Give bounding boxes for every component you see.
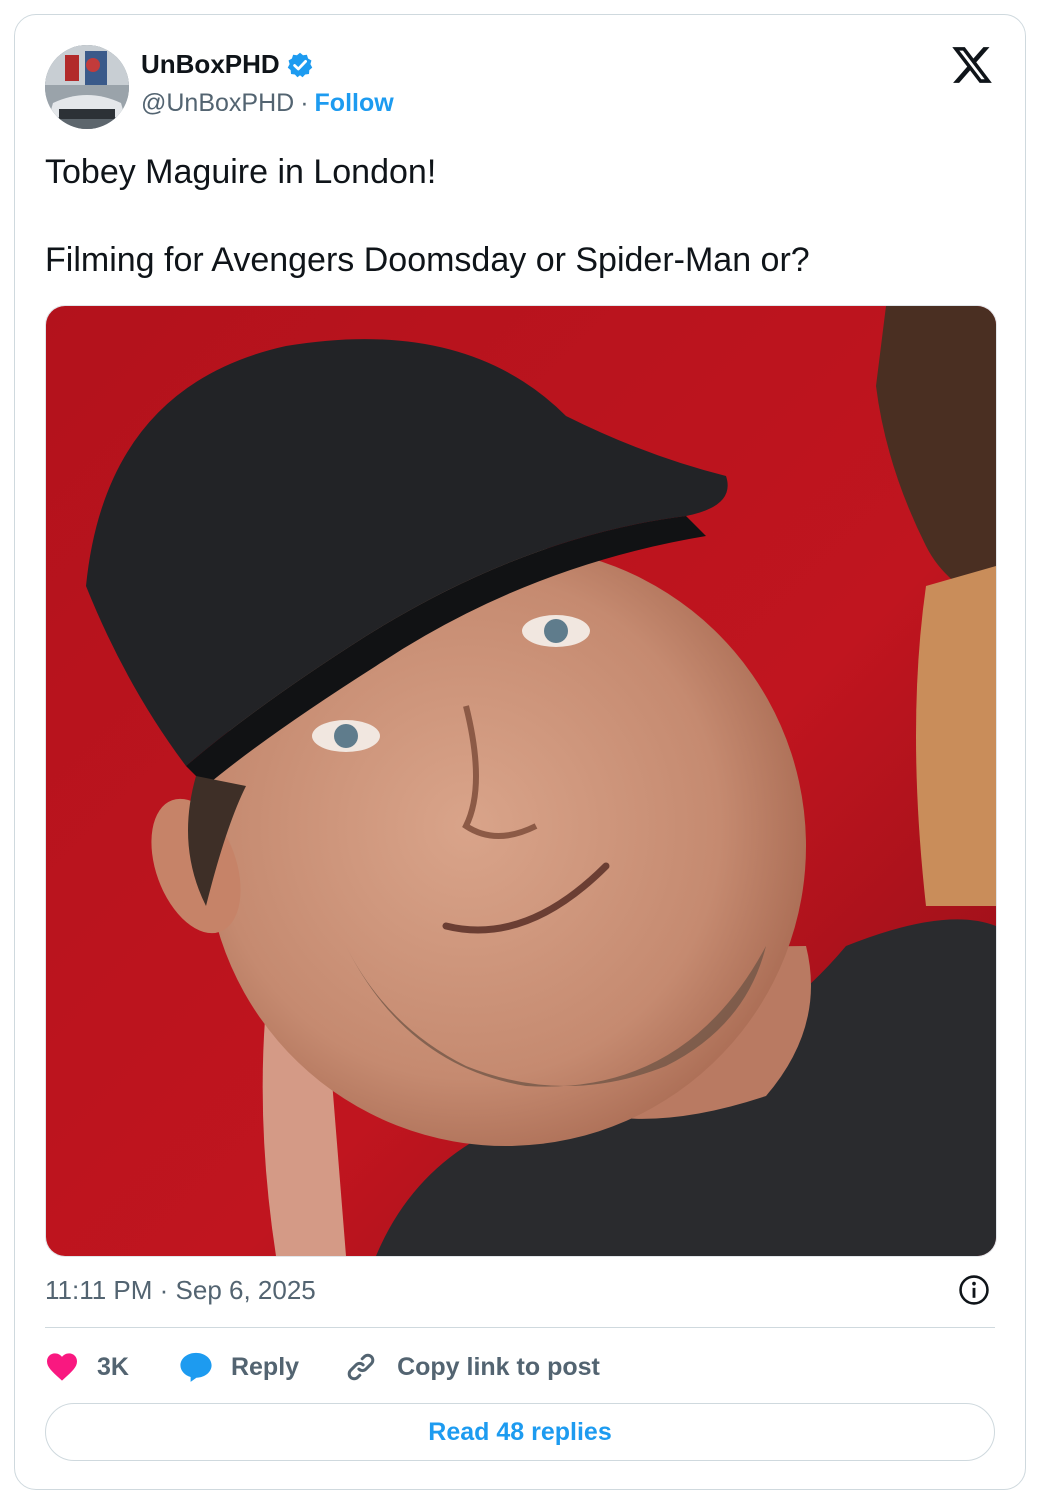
read-replies-button[interactable]: Read 48 replies (45, 1403, 995, 1461)
post-text-line-2: Filming for Avengers Doomsday or Spider-… (45, 241, 810, 279)
avatar-image (45, 45, 129, 129)
verified-badge-icon (287, 52, 312, 77)
post-text-line-1: Tobey Maguire in London! (45, 153, 437, 191)
tweet-card: UnBoxPHD @UnBoxPHD · Follow Tobey Maguir… (14, 14, 1026, 1490)
reply-button[interactable]: Reply (179, 1351, 299, 1383)
handle-separator: · (300, 89, 309, 117)
post-photo[interactable] (45, 305, 997, 1257)
copy-link-label: Copy link to post (397, 1352, 600, 1381)
actions-divider (45, 1327, 995, 1328)
read-replies-label: Read 48 replies (428, 1417, 612, 1446)
author-handle-row: @UnBoxPHD · Follow (141, 89, 394, 118)
author-handle[interactable]: @UnBoxPHD (141, 89, 294, 118)
post-actions-bar: 3K Reply Copy link to post (45, 1345, 600, 1389)
reply-bubble-icon (180, 1352, 212, 1382)
author-name-row: UnBoxPHD (141, 49, 314, 80)
author-avatar[interactable] (45, 45, 129, 129)
post-photo-image (46, 306, 996, 1256)
heart-icon (47, 1353, 77, 1381)
info-icon[interactable] (957, 1273, 991, 1307)
post-timestamp[interactable]: 11:11 PM · Sep 6, 2025 (45, 1275, 316, 1306)
follow-button[interactable]: Follow (315, 89, 394, 118)
link-icon (347, 1353, 375, 1381)
like-count: 3K (97, 1352, 129, 1381)
like-button[interactable]: 3K (45, 1352, 129, 1382)
author-display-name[interactable]: UnBoxPHD (141, 49, 280, 80)
reply-label: Reply (230, 1352, 300, 1381)
copy-link-button[interactable]: Copy link to post (343, 1349, 600, 1385)
x-logo-icon[interactable] (949, 43, 995, 87)
